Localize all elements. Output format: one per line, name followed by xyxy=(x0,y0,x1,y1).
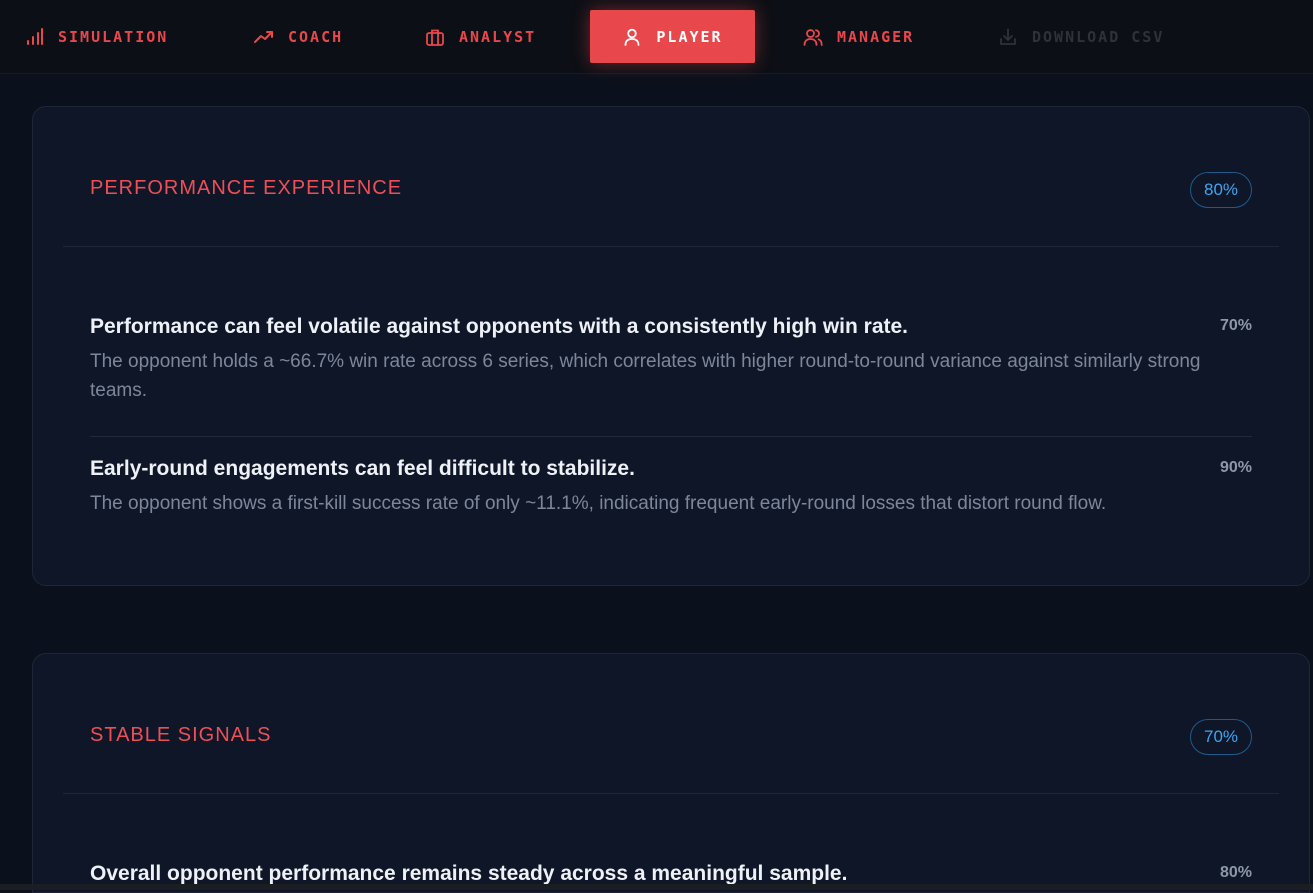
tab-analyst[interactable]: ANALYST xyxy=(425,10,536,63)
divider xyxy=(90,436,1252,437)
insight-item: Performance can feel volatile against op… xyxy=(90,313,1252,405)
section-header: PERFORMANCE EXPERIENCE 80% xyxy=(33,107,1309,247)
user-icon xyxy=(625,28,640,46)
tab-analyst-label: ANALYST xyxy=(459,27,537,46)
section-performance-experience: PERFORMANCE EXPERIENCE 80% Performance c… xyxy=(32,106,1310,586)
horizontal-scrollbar[interactable] xyxy=(0,884,1313,890)
bar-chart-icon xyxy=(27,27,43,45)
trending-up-icon xyxy=(254,30,273,43)
tab-player[interactable]: PLAYER xyxy=(590,10,755,63)
top-navigation: SIMULATION COACH ANALYST PLAYER MANAGER … xyxy=(0,0,1313,74)
tab-simulation-label: SIMULATION xyxy=(58,27,169,46)
tab-simulation[interactable]: SIMULATION xyxy=(24,10,168,63)
insight-description: The opponent shows a first-kill success … xyxy=(90,493,1107,514)
insight-title: Performance can feel volatile against op… xyxy=(90,315,909,338)
tab-coach[interactable]: COACH xyxy=(254,10,343,63)
insight-percentage: 70% xyxy=(1219,317,1252,334)
tab-player-label: PLAYER xyxy=(656,27,723,46)
section-stable-signals: STABLE SIGNALS 70% Overall opponent perf… xyxy=(32,653,1310,893)
tab-manager-label: MANAGER xyxy=(837,27,915,46)
insight-percentage: 90% xyxy=(1219,459,1252,476)
users-icon xyxy=(803,28,823,46)
tab-coach-label: COACH xyxy=(288,27,344,46)
download-csv-label: DOWNLOAD CSV xyxy=(1032,27,1165,46)
insight-title: Early-round engagements can feel difficu… xyxy=(90,457,635,480)
download-csv-button[interactable]: DOWNLOAD CSV xyxy=(998,10,1164,63)
briefcase-icon xyxy=(426,29,444,46)
section-title: STABLE SIGNALS xyxy=(90,724,272,746)
insight-percentage: 80% xyxy=(1219,864,1252,881)
divider xyxy=(63,246,1279,247)
divider xyxy=(63,793,1279,794)
confidence-badge: 70% xyxy=(1190,719,1252,755)
insight-item: Early-round engagements can feel difficu… xyxy=(90,455,1252,518)
tab-manager[interactable]: MANAGER xyxy=(803,10,914,63)
confidence-badge: 80% xyxy=(1190,172,1252,208)
download-icon xyxy=(1000,28,1016,45)
insight-description: The opponent holds a ~66.7% win rate acr… xyxy=(90,351,1201,401)
section-title: PERFORMANCE EXPERIENCE xyxy=(90,177,403,199)
section-header: STABLE SIGNALS 70% xyxy=(33,654,1309,794)
